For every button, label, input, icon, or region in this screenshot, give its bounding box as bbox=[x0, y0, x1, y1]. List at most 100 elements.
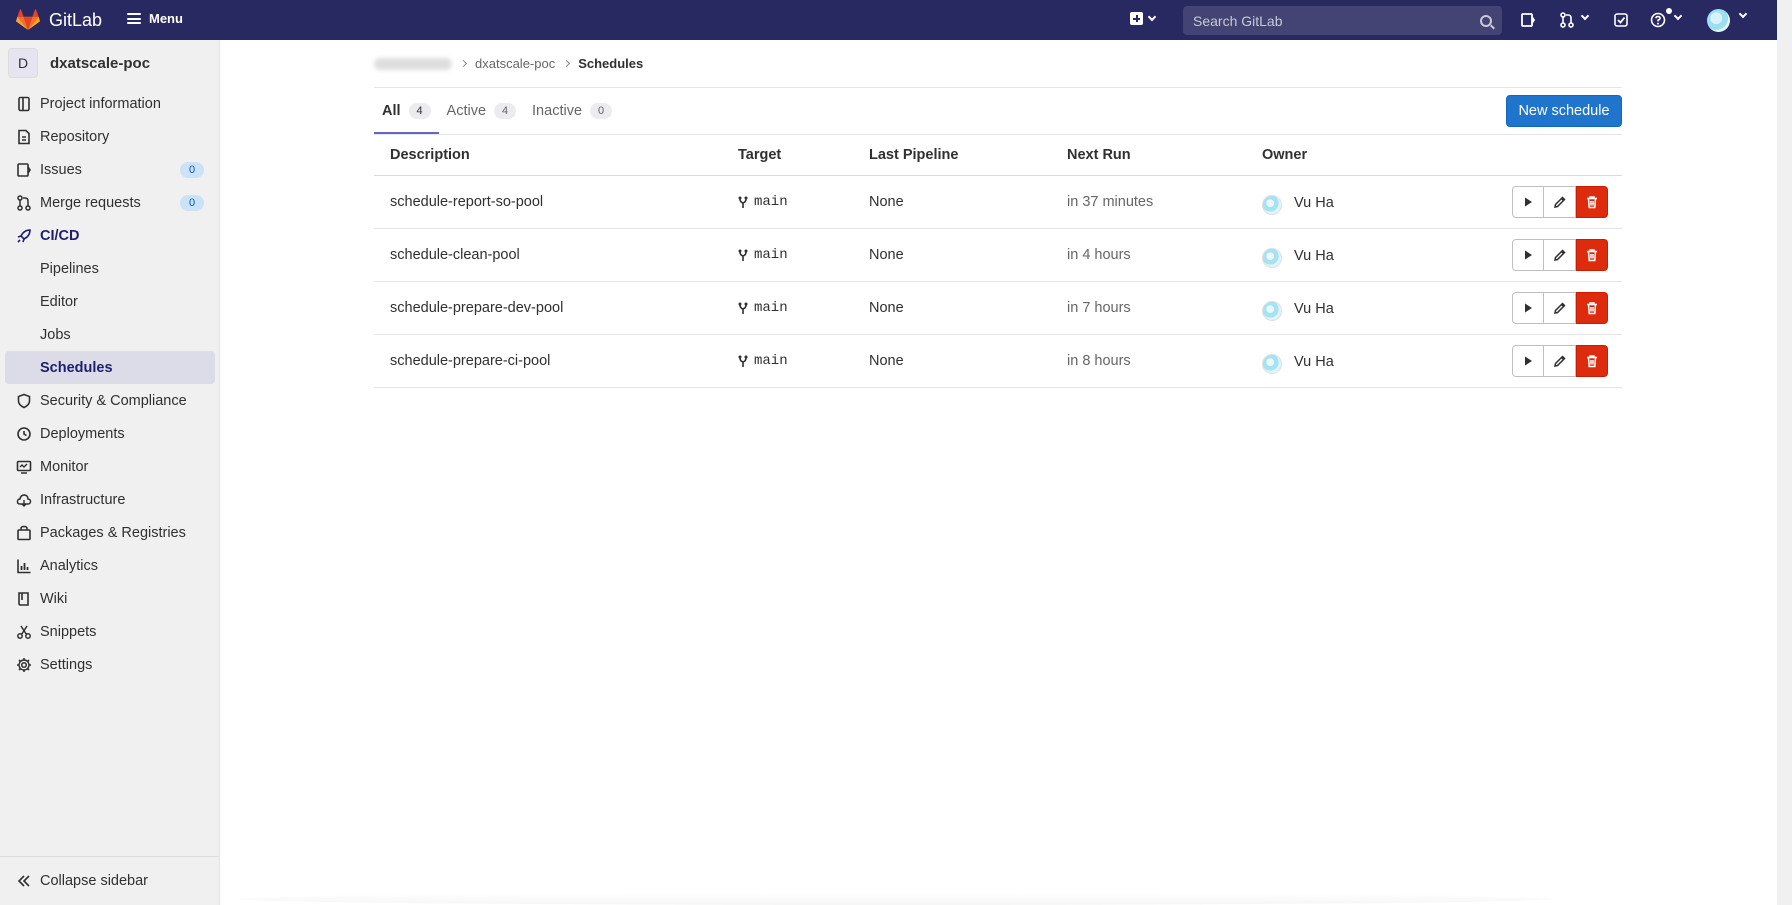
branch-name: main bbox=[754, 300, 788, 316]
owner-avatar[interactable] bbox=[1262, 195, 1282, 215]
row-actions bbox=[1512, 292, 1608, 324]
shield-icon bbox=[16, 393, 32, 409]
play-button[interactable] bbox=[1512, 345, 1544, 377]
sidebar-item-snippets[interactable]: Snippets bbox=[0, 615, 220, 648]
sidebar-item-label: Jobs bbox=[40, 326, 71, 343]
column-header-next-run: Next Run bbox=[1067, 147, 1131, 163]
collapse-sidebar-button[interactable]: Collapse sidebar bbox=[0, 856, 219, 905]
search-input[interactable]: Search GitLab bbox=[1193, 13, 1480, 29]
breadcrumb-group-redacted[interactable] bbox=[374, 57, 452, 70]
play-button[interactable] bbox=[1512, 186, 1544, 218]
tab-all[interactable]: All 4 bbox=[374, 88, 439, 134]
play-button[interactable] bbox=[1512, 239, 1544, 271]
breadcrumb-current[interactable]: Schedules bbox=[578, 56, 643, 71]
edit-button[interactable] bbox=[1544, 186, 1576, 218]
branch-name: main bbox=[754, 194, 788, 210]
schedule-tabs: All 4 Active 4 Inactive 0 bbox=[374, 88, 620, 134]
bottom-shadow bbox=[240, 893, 1550, 905]
chevron-down-icon[interactable] bbox=[1738, 9, 1748, 19]
column-header-description: Description bbox=[390, 147, 470, 163]
pencil-icon bbox=[1553, 302, 1566, 314]
issues-top-icon[interactable] bbox=[1520, 12, 1536, 28]
project-info-icon bbox=[16, 96, 32, 112]
menu-label: Menu bbox=[149, 11, 183, 26]
sidebar-item-infrastructure[interactable]: Infrastructure bbox=[0, 483, 220, 516]
sidebar-item-cicd[interactable]: CI/CD bbox=[0, 219, 220, 252]
schedule-target[interactable]: main bbox=[738, 247, 788, 263]
menu-button[interactable]: Menu bbox=[127, 11, 183, 26]
schedule-target[interactable]: main bbox=[738, 194, 788, 210]
delete-button[interactable] bbox=[1576, 239, 1608, 271]
sidebar-item-wiki[interactable]: Wiki bbox=[0, 582, 220, 615]
schedule-description: schedule-report-so-pool bbox=[390, 194, 544, 210]
next-run: in 8 hours bbox=[1067, 353, 1131, 369]
create-new-dropdown[interactable] bbox=[1130, 12, 1157, 25]
sidebar-item-repository[interactable]: Repository bbox=[0, 120, 220, 153]
brand-name[interactable]: GitLab bbox=[49, 10, 102, 31]
chevron-down-icon[interactable] bbox=[1673, 11, 1683, 21]
chevron-down-icon[interactable] bbox=[1580, 11, 1590, 21]
sidebar-item-security-compliance[interactable]: Security & Compliance bbox=[0, 384, 220, 417]
sidebar-item-issues[interactable]: Issues 0 bbox=[0, 153, 220, 186]
sidebar-item-deployments[interactable]: Deployments bbox=[0, 417, 220, 450]
breadcrumb-project[interactable]: dxatscale-poc bbox=[475, 56, 555, 71]
gear-icon bbox=[16, 657, 32, 673]
sidebar-item-label: Snippets bbox=[40, 623, 97, 640]
help-icon[interactable] bbox=[1650, 12, 1666, 28]
sidebar-item-label: Schedules bbox=[40, 359, 113, 376]
sidebar-item-packages-registries[interactable]: Packages & Registries bbox=[0, 516, 220, 549]
merge-request-top-icon[interactable] bbox=[1559, 12, 1575, 28]
delete-button[interactable] bbox=[1576, 292, 1608, 324]
schedule-owner[interactable]: Vu Ha bbox=[1262, 297, 1334, 321]
edit-button[interactable] bbox=[1544, 292, 1576, 324]
todo-check-icon[interactable] bbox=[1613, 12, 1629, 28]
sidebar-item-schedules[interactable]: Schedules bbox=[5, 351, 215, 384]
delete-button[interactable] bbox=[1576, 186, 1608, 218]
plus-square-icon bbox=[1130, 12, 1143, 25]
project-header[interactable]: D dxatscale-poc bbox=[8, 48, 150, 78]
play-button[interactable] bbox=[1512, 292, 1544, 324]
branch-icon bbox=[738, 355, 748, 367]
owner-name[interactable]: Vu Ha bbox=[1294, 248, 1334, 264]
gitlab-logo-icon[interactable] bbox=[16, 9, 40, 31]
owner-avatar[interactable] bbox=[1262, 248, 1282, 268]
sidebar-item-label: Issues bbox=[40, 161, 82, 178]
schedule-owner[interactable]: Vu Ha bbox=[1262, 244, 1334, 268]
schedule-description: schedule-prepare-dev-pool bbox=[390, 300, 564, 316]
schedule-owner[interactable]: Vu Ha bbox=[1262, 350, 1334, 374]
sidebar-item-jobs[interactable]: Jobs bbox=[0, 318, 220, 351]
project-name[interactable]: dxatscale-poc bbox=[50, 55, 150, 72]
new-schedule-button[interactable]: New schedule bbox=[1506, 95, 1622, 127]
owner-name[interactable]: Vu Ha bbox=[1294, 301, 1334, 317]
monitor-icon bbox=[16, 459, 32, 475]
schedule-target[interactable]: main bbox=[738, 353, 788, 369]
project-avatar[interactable]: D bbox=[8, 48, 38, 78]
trash-icon bbox=[1587, 355, 1597, 368]
search-box[interactable]: Search GitLab bbox=[1183, 6, 1502, 35]
edit-button[interactable] bbox=[1544, 345, 1576, 377]
sidebar-item-label: Wiki bbox=[40, 590, 68, 607]
sidebar-item-merge-requests[interactable]: Merge requests 0 bbox=[0, 186, 220, 219]
schedule-owner[interactable]: Vu Ha bbox=[1262, 191, 1334, 215]
owner-avatar[interactable] bbox=[1262, 301, 1282, 321]
user-avatar[interactable] bbox=[1707, 9, 1730, 32]
tab-active[interactable]: Active 4 bbox=[439, 88, 525, 134]
sidebar-item-analytics[interactable]: Analytics bbox=[0, 549, 220, 582]
schedule-target[interactable]: main bbox=[738, 300, 788, 316]
owner-name[interactable]: Vu Ha bbox=[1294, 354, 1334, 370]
app-window: GitLab Menu Search GitLab D dxatscale-po… bbox=[0, 0, 1777, 905]
sidebar-item-settings[interactable]: Settings bbox=[0, 648, 220, 681]
sidebar-item-project-information[interactable]: Project information bbox=[0, 87, 220, 120]
owner-avatar[interactable] bbox=[1262, 354, 1282, 374]
tab-inactive[interactable]: Inactive 0 bbox=[524, 88, 620, 134]
sidebar-item-monitor[interactable]: Monitor bbox=[0, 450, 220, 483]
sidebar-item-editor[interactable]: Editor bbox=[0, 285, 220, 318]
table-header: Description Target Last Pipeline Next Ru… bbox=[374, 134, 1622, 176]
pencil-icon bbox=[1553, 355, 1566, 367]
owner-name[interactable]: Vu Ha bbox=[1294, 195, 1334, 211]
delete-button[interactable] bbox=[1576, 345, 1608, 377]
branch-icon bbox=[738, 196, 748, 208]
chevron-down-icon bbox=[1147, 12, 1157, 21]
edit-button[interactable] bbox=[1544, 239, 1576, 271]
sidebar-item-pipelines[interactable]: Pipelines bbox=[0, 252, 220, 285]
